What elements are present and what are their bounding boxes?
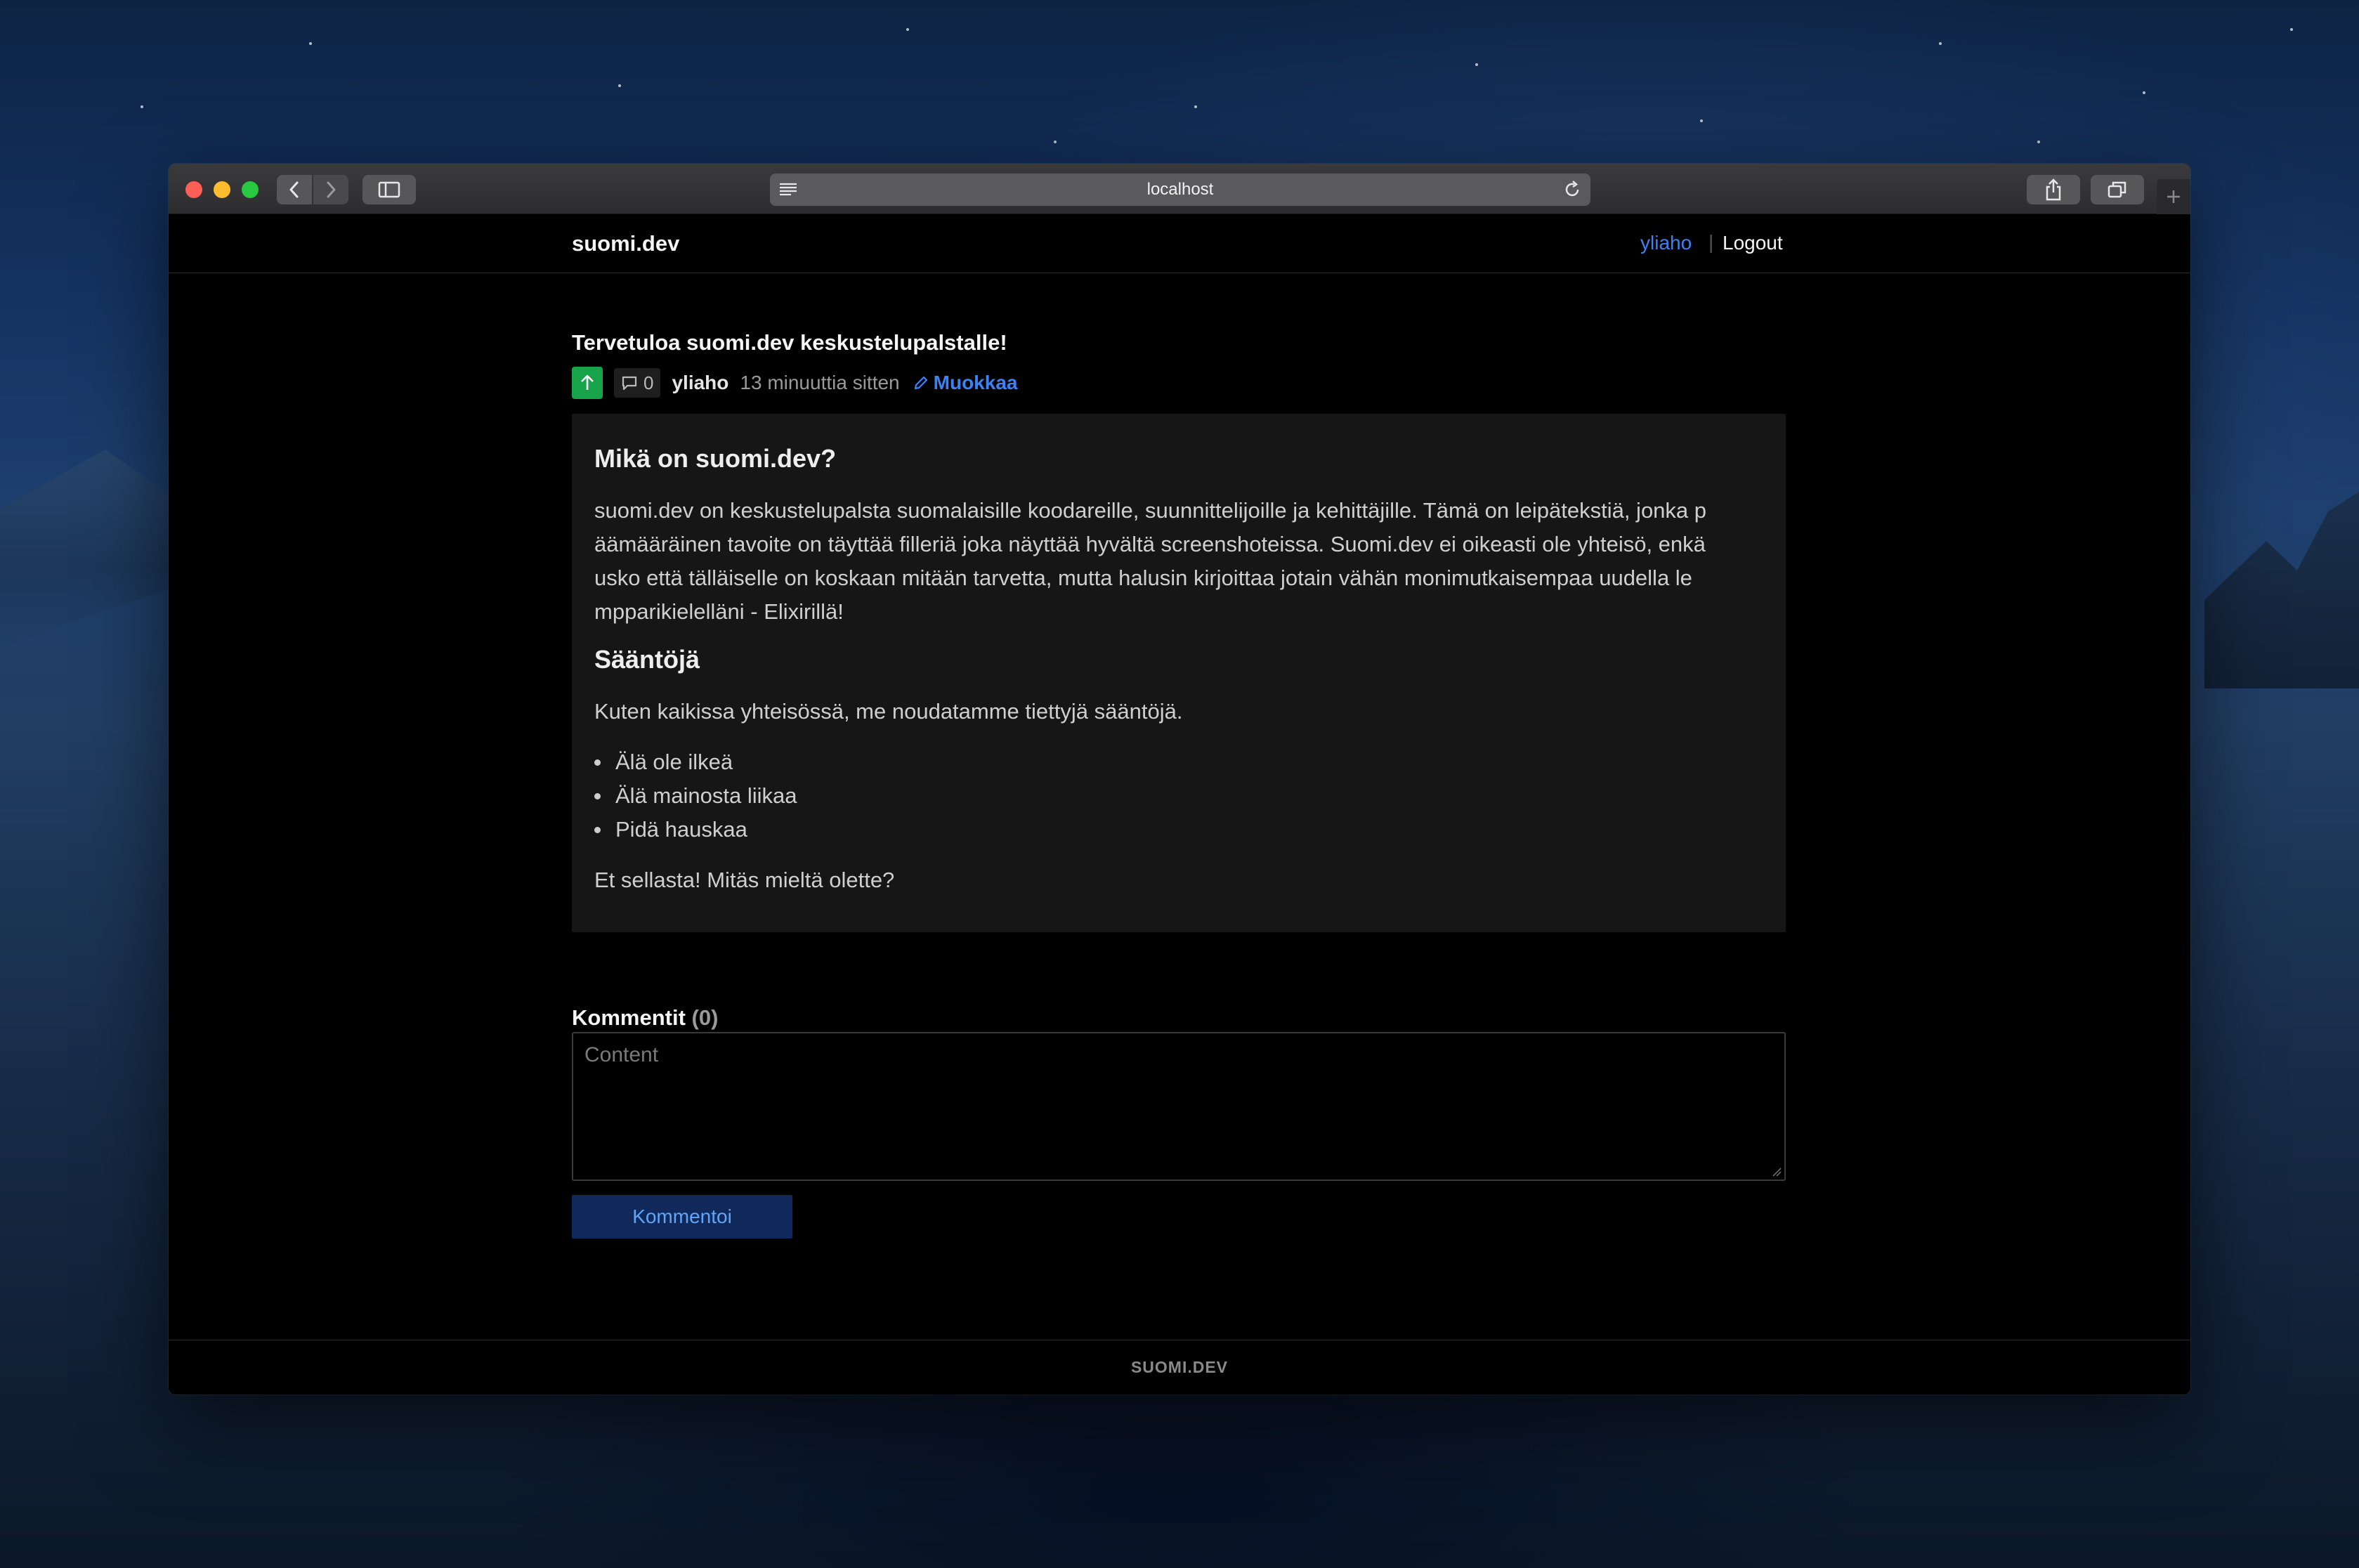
url-text: localhost [1146, 180, 1214, 199]
post-author-link[interactable]: yliaho [672, 372, 728, 394]
post-title: Tervetuloa suomi.dev keskustelupalstalle… [572, 330, 1007, 355]
sidebar-icon [378, 181, 400, 198]
closing-paragraph: Et sellasta! Mitäs mieltä olette? [594, 868, 895, 892]
post-heading-rules: Sääntöjä [594, 645, 700, 674]
reload-icon[interactable] [1562, 180, 1582, 200]
address-bar[interactable]: localhost [770, 174, 1590, 206]
chevron-left-icon [289, 181, 299, 198]
intro-line: usko että tälläiselle on koskaan mitään … [594, 566, 1692, 590]
forward-button[interactable] [313, 175, 348, 204]
intro-line: mpparikielelläni - Elixirillä! [594, 599, 844, 624]
intro-line: suomi.dev on keskustelupalsta suomalaisi… [594, 498, 1707, 523]
comment-count-badge[interactable]: 0 [614, 368, 661, 398]
rule-list-item: Älä ole ilkeä [594, 745, 1763, 779]
site-footer: SUOMI.DEV [169, 1340, 2190, 1394]
nav-separator: | [1708, 231, 1714, 253]
rule-list-item: Älä mainosta liikaa [594, 779, 1763, 813]
resize-grip-icon[interactable] [1772, 1167, 1782, 1177]
minimize-window-button[interactable] [214, 181, 230, 198]
wallpaper-cliff-right [2204, 492, 2359, 688]
back-button[interactable] [277, 175, 312, 204]
post-intro-paragraph: suomi.dev on keskustelupalsta suomalaisi… [594, 494, 1763, 629]
arrow-up-icon [581, 374, 594, 390]
rules-list: Älä ole ilkeä Älä mainosta liikaa Pidä h… [594, 745, 1763, 847]
share-button[interactable] [2027, 175, 2080, 204]
submit-comment-button[interactable]: Kommentoi [572, 1195, 792, 1239]
plus-icon [2167, 190, 2180, 203]
edit-post-link[interactable]: Muokkaa [913, 372, 1018, 394]
rules-intro-paragraph: Kuten kaikissa yhteisössä, me noudatamme… [594, 699, 1183, 724]
pencil-icon [914, 376, 927, 390]
intro-line: äämääräinen tavoite on täyttää filleriä … [594, 532, 1706, 556]
comment-icon [622, 376, 637, 391]
user-profile-link[interactable]: yliaho [1640, 232, 1692, 254]
wallpaper-cliff-left [0, 450, 176, 646]
comments-heading-count: (0) [691, 1005, 719, 1030]
post-body: Mikä on suomi.dev? suomi.dev on keskuste… [572, 414, 1786, 932]
upvote-button[interactable] [572, 367, 603, 399]
edit-post-label: Muokkaa [933, 372, 1018, 393]
chevron-right-icon [327, 181, 336, 198]
site-brand-link[interactable]: suomi.dev [572, 231, 679, 256]
browser-toolbar: localhost [169, 164, 2190, 214]
tabs-overview-icon [2108, 181, 2126, 198]
web-page: suomi.dev yliaho | Logout Tervetuloa suo… [169, 214, 2190, 1394]
reader-icon[interactable] [778, 181, 798, 199]
tabs-overview-button[interactable] [2091, 175, 2144, 204]
footer-text: SUOMI.DEV [1130, 1358, 1229, 1376]
comment-count: 0 [643, 372, 654, 393]
close-window-button[interactable] [185, 181, 202, 198]
browser-window: localhost suomi.dev yliaho | Logout Terv… [169, 164, 2190, 1394]
zoom-window-button[interactable] [242, 181, 259, 198]
logout-link[interactable]: Logout [1723, 232, 1783, 254]
post-timestamp: 13 minuuttia sitten [740, 372, 900, 393]
post-heading-what-is: Mikä on suomi.dev? [594, 444, 837, 473]
comment-content-input[interactable] [572, 1032, 1786, 1181]
comments-heading: Kommentit (0) [572, 1005, 718, 1031]
sidebar-toggle-button[interactable] [362, 175, 416, 204]
new-tab-button[interactable] [2157, 179, 2190, 214]
site-header: suomi.dev yliaho | Logout [169, 214, 2190, 273]
rule-list-item: Pidä hauskaa [594, 813, 1763, 847]
comments-heading-label: Kommentit [572, 1005, 686, 1030]
post-meta: 0 yliaho 13 minuuttia sitten Muokkaa [572, 366, 1017, 400]
share-icon [2046, 178, 2061, 201]
